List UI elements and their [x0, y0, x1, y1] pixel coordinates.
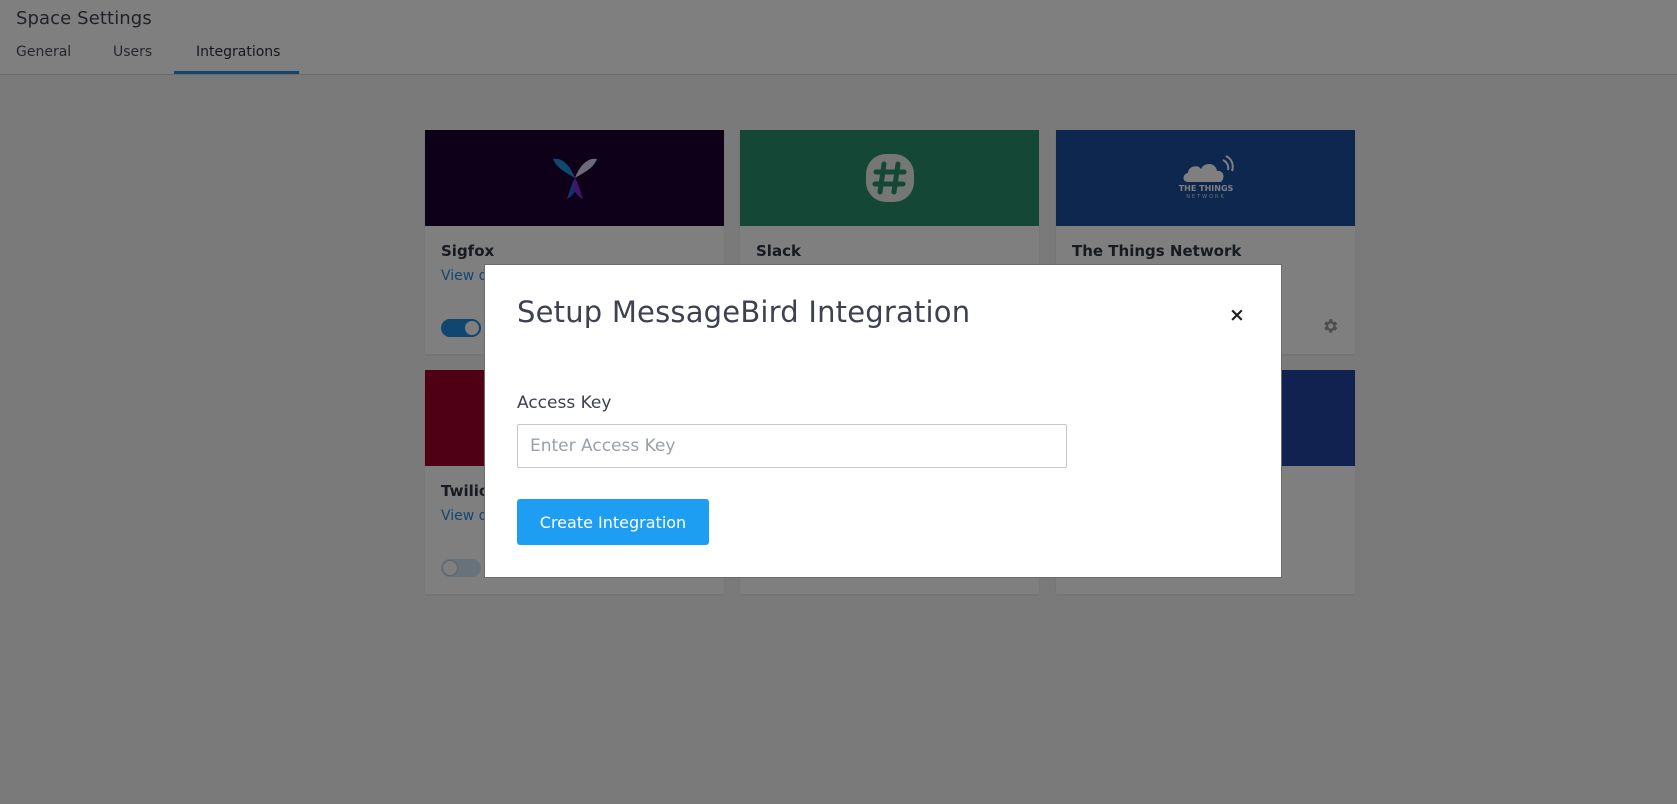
- modal-title: Setup MessageBird Integration: [517, 295, 971, 329]
- access-key-label: Access Key: [517, 393, 612, 413]
- setup-integration-modal: Setup MessageBird Integration × Access K…: [484, 264, 1282, 578]
- close-icon[interactable]: ×: [1227, 305, 1247, 325]
- create-integration-button[interactable]: Create Integration: [517, 499, 709, 545]
- access-key-input[interactable]: [517, 424, 1067, 468]
